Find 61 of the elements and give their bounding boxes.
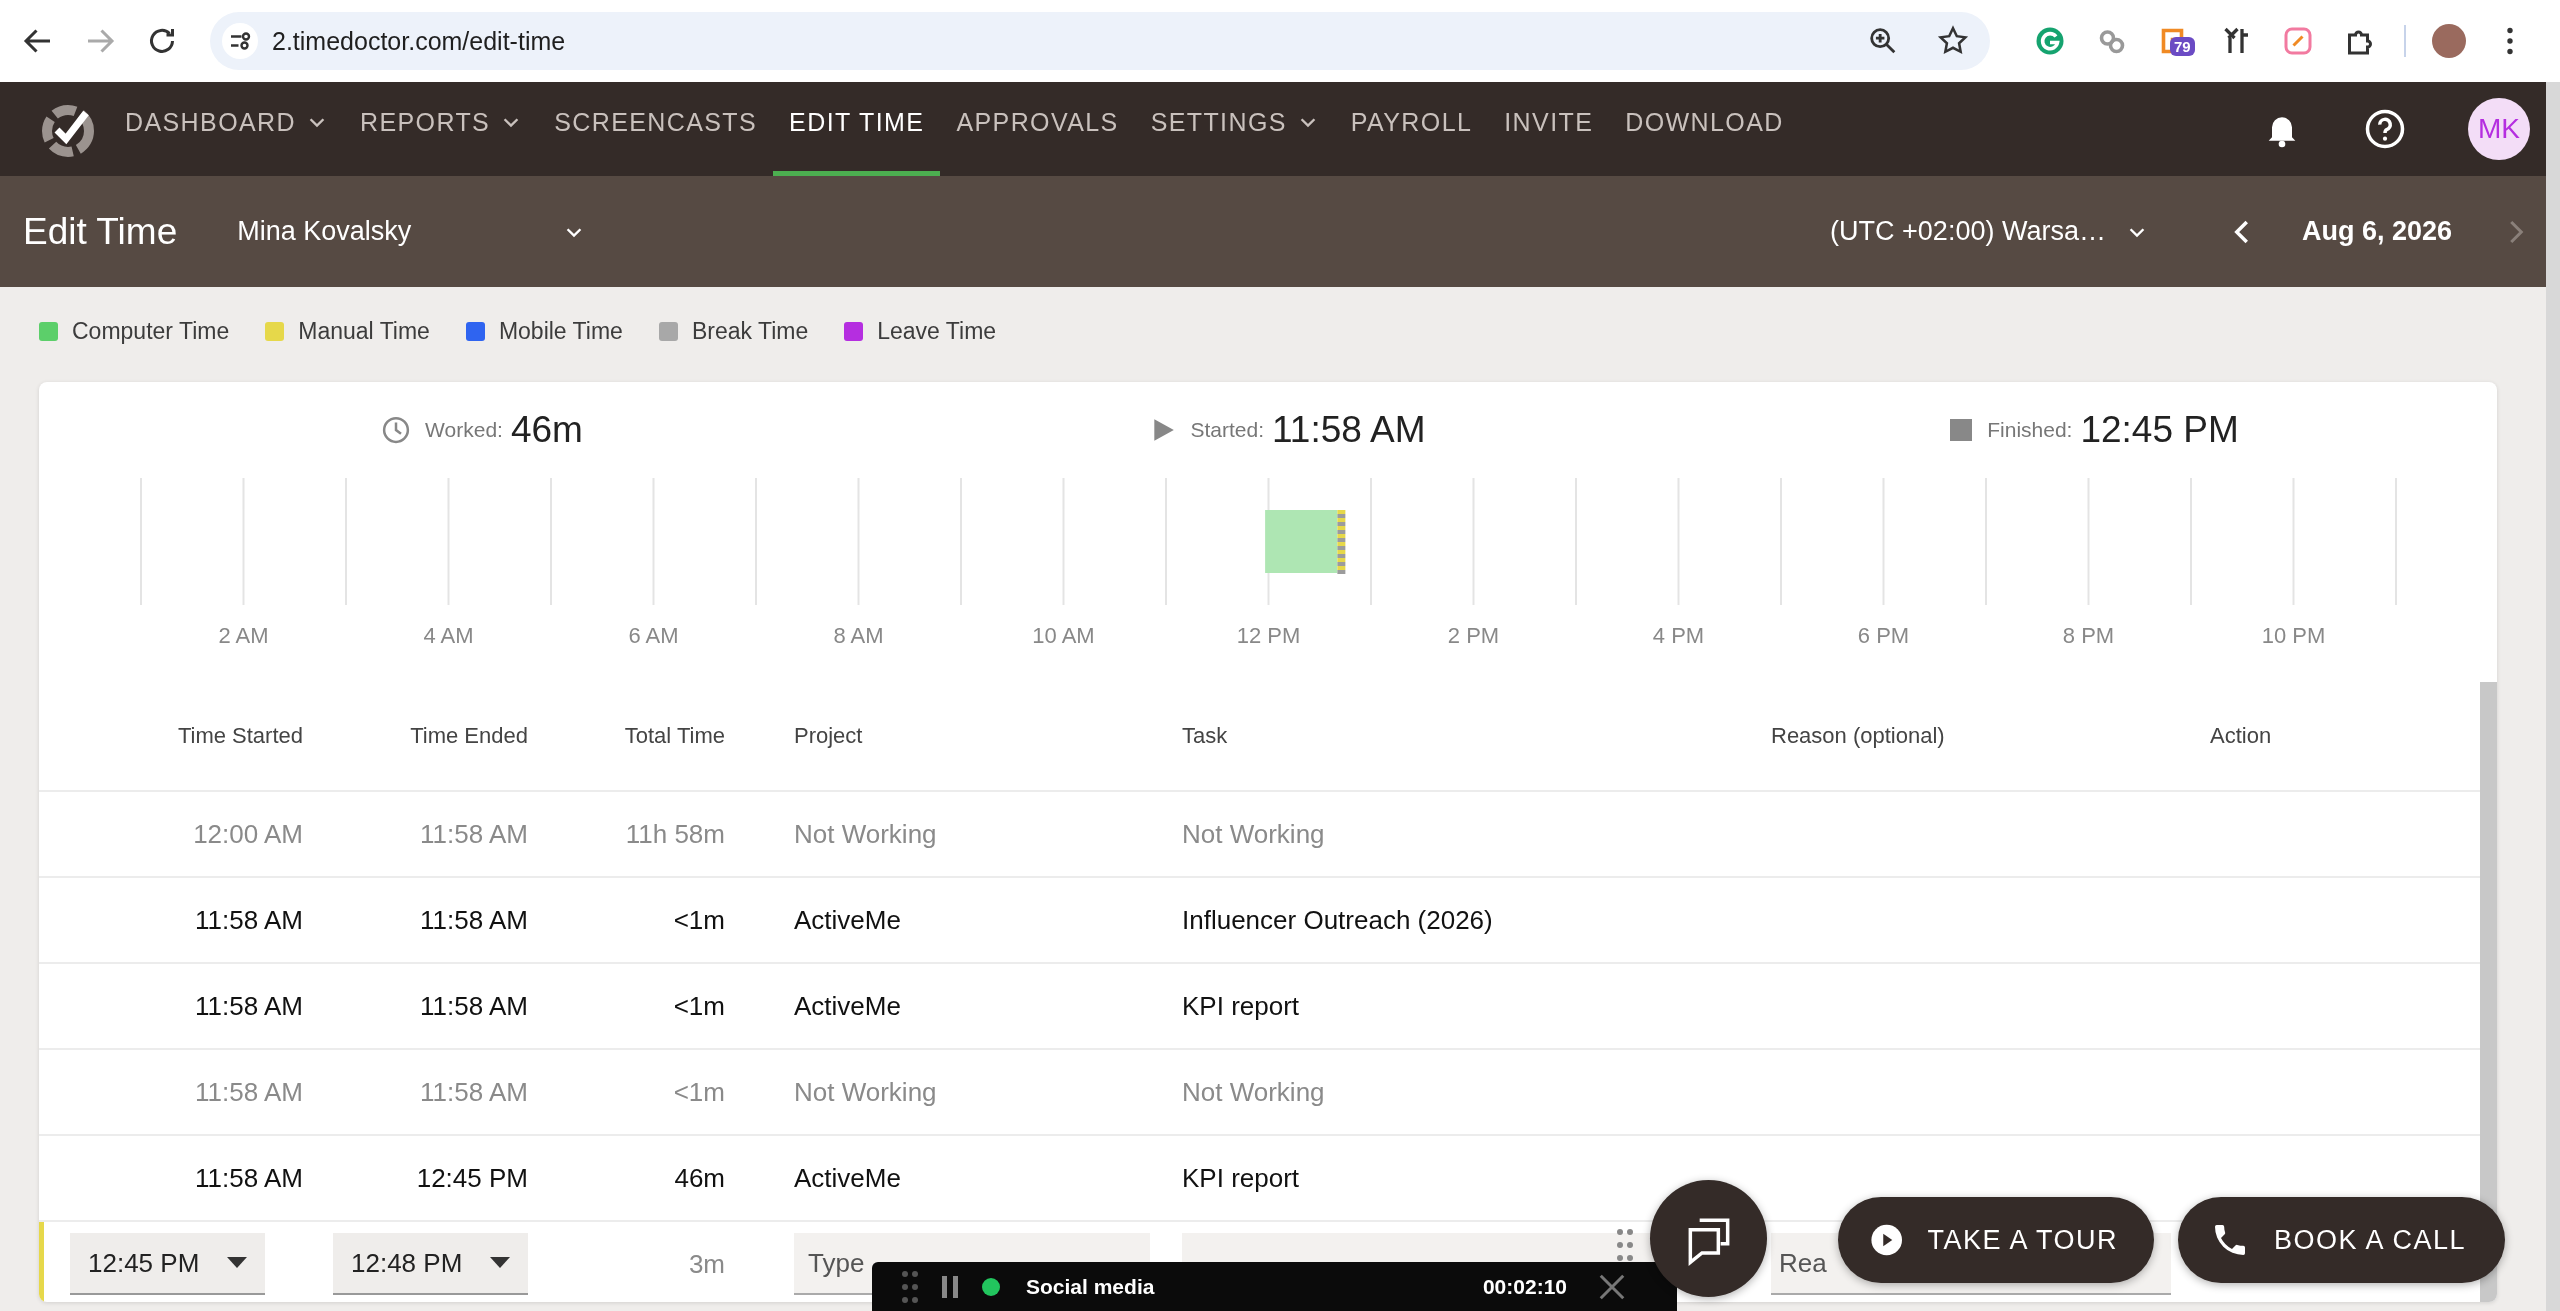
table-cell-text: 11:58 AM	[194, 990, 303, 1022]
column-header: Time Ended	[409, 723, 528, 749]
column-header: Time Started	[176, 723, 303, 749]
table-cell-text: KPI report	[1182, 990, 1301, 1022]
started-label: Started:	[1190, 417, 1264, 442]
hour-label: 6 PM	[1857, 623, 1910, 648]
table-cell-text: ActiveMe	[793, 990, 902, 1022]
table-cell-text: 12:00 AM	[192, 818, 303, 850]
column-header: Task	[1182, 723, 1229, 749]
table-cell-text: Influencer Outreach (2026)	[1182, 904, 1494, 936]
table-cell-text: Not Working	[793, 1076, 938, 1108]
table-cell-text: KPI report	[1182, 1162, 1301, 1194]
legend-label: Leave Time	[877, 318, 997, 345]
table-cell-text: 11:58 AM	[419, 818, 528, 850]
hour-label: 6 AM	[628, 623, 679, 648]
table-cell-text: 11:58 AM	[194, 1162, 303, 1194]
hour-label: 10 PM	[2261, 623, 2326, 648]
legend-label: Break Time	[691, 318, 809, 345]
date-text: Aug 6, 2026	[2301, 216, 2452, 247]
legend-label: Mobile Time	[498, 318, 623, 345]
hour-label: 2 AM	[218, 623, 269, 648]
notification-badge: 79	[2170, 37, 2195, 56]
column-header: Reason (optional)	[1771, 723, 1946, 749]
column-header: Project	[793, 723, 864, 749]
table-cell-text: ActiveMe	[793, 904, 902, 936]
table-cell-text: 3m	[687, 1248, 725, 1280]
hour-label: 10 AM	[1032, 623, 1095, 648]
elapsed-time: 00:02:10	[1482, 1274, 1567, 1299]
table-cell-text: 11:58 AM	[419, 990, 528, 1022]
hour-label: 4 AM	[423, 623, 474, 648]
table-cell-text: ActiveMe	[793, 1162, 902, 1194]
hour-label: 8 PM	[2062, 623, 2115, 648]
hour-label: 8 AM	[833, 623, 884, 648]
table-cell-text: 11:58 AM	[419, 1076, 528, 1108]
legend-label: Computer Time	[72, 318, 230, 345]
table-cell-text: Not Working	[1182, 1076, 1326, 1108]
finished-value: 12:45 PM	[2080, 408, 2239, 451]
table-cell-text: 12:45 PM	[415, 1162, 528, 1194]
table-cell-text: Not Working	[793, 818, 938, 850]
column-header: Action	[2210, 723, 2273, 749]
started-value: 11:58 AM	[1271, 408, 1426, 451]
legend-label: Manual Time	[298, 318, 430, 345]
table-cell-text: <1m	[672, 904, 725, 936]
worked-label: Worked:	[425, 417, 503, 442]
hour-label: 4 PM	[1652, 623, 1705, 648]
table-cell-text: 11:58 AM	[194, 904, 303, 936]
table-cell-text: Not Working	[1182, 818, 1326, 850]
page-title: Edit Time	[23, 210, 178, 253]
table-cell-text: 11:58 AM	[194, 1076, 303, 1108]
column-header: Total Time	[623, 723, 725, 749]
table-cell-text: 11:58 AM	[419, 904, 528, 936]
table-cell-text: <1m	[672, 990, 725, 1022]
url-text: 2.timedoctor.com/edit-time	[272, 26, 567, 56]
table-cell-text: 11h 58m	[624, 818, 725, 850]
worked-value: 46m	[510, 408, 583, 451]
hour-label: 2 PM	[1447, 623, 1500, 648]
table-cell-text: <1m	[672, 1076, 725, 1108]
hour-label: 12 PM	[1236, 623, 1301, 648]
finished-label: Finished:	[1987, 417, 2073, 442]
table-cell-text: 46m	[673, 1162, 725, 1194]
activity-name: Social media	[1026, 1274, 1156, 1299]
